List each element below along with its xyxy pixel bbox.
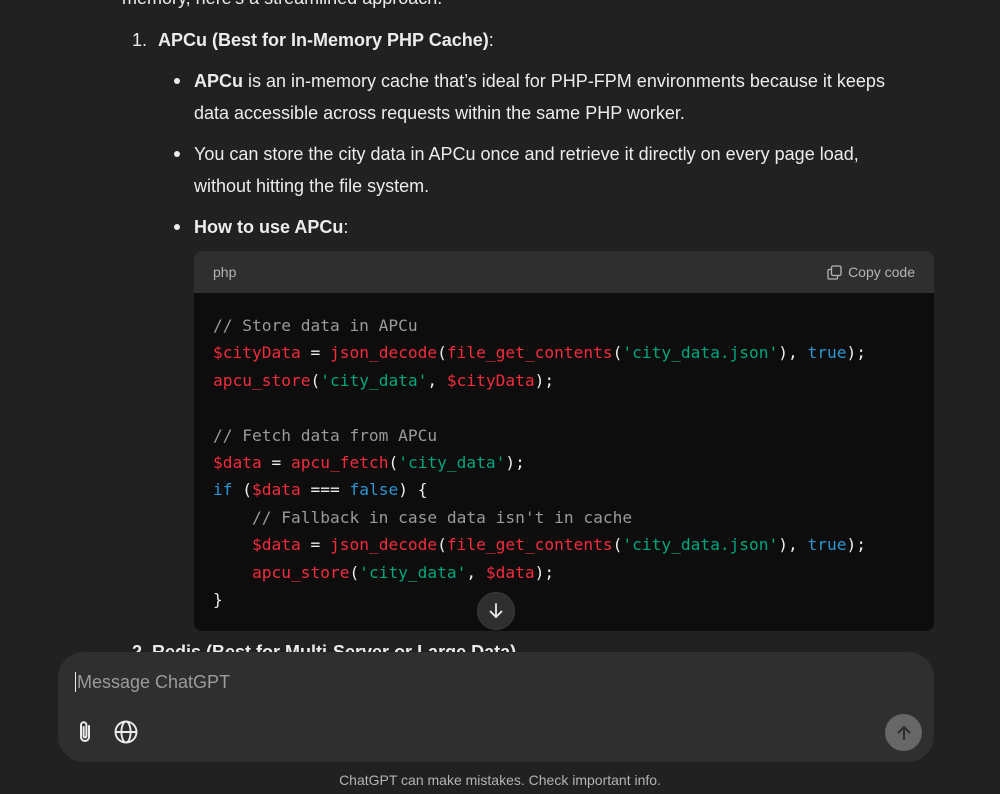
paperclip-icon xyxy=(80,721,90,742)
code-token: ( xyxy=(437,535,447,555)
code-token: if xyxy=(213,480,233,500)
code-token: } xyxy=(213,589,223,609)
code-token: // Fallback in case data isn't in cache xyxy=(251,507,633,527)
code-token: 'city_data.json' xyxy=(622,343,779,363)
globe-icon xyxy=(114,720,138,744)
bullet-bold: APCu xyxy=(194,71,243,91)
code-token: ( xyxy=(437,343,447,363)
list-item-suffix: : xyxy=(488,30,494,50)
code-token: $cityData xyxy=(213,343,301,363)
code-token: true xyxy=(807,343,847,363)
code-token: file_get_contents xyxy=(446,343,613,363)
disclaimer-text: ChatGPT can make mistakes. Check importa… xyxy=(339,772,661,788)
code-token: $data xyxy=(485,562,535,582)
code-line: $data = apcu_fetch('city_data'); xyxy=(213,449,915,476)
list-item-apcu-heading: 1. APCu (Best for In-Memory PHP Cache): xyxy=(132,28,494,52)
code-token: ( xyxy=(388,452,399,472)
code-token: false xyxy=(349,480,399,500)
code-block: php Copy code // Store data in APCu $city… xyxy=(194,251,934,631)
message-input[interactable]: Message ChatGPT xyxy=(75,672,230,692)
bullet-text: is an in-memory cache that’s ideal for P… xyxy=(194,71,885,123)
list-number: 1. xyxy=(132,30,148,50)
message-composer: Message ChatGPT xyxy=(58,652,934,762)
code-token: 'city_data' xyxy=(359,562,467,582)
code-token: ); xyxy=(846,343,867,363)
code-token: apcu_fetch xyxy=(290,452,389,472)
code-token: ( xyxy=(612,535,623,555)
code-token: ( xyxy=(232,480,252,500)
code-token: = xyxy=(261,452,291,472)
code-line: } xyxy=(213,586,915,613)
code-content: // Store data in APCu $cityData = json_de… xyxy=(194,293,934,631)
send-button[interactable] xyxy=(885,714,922,751)
code-block-header: php Copy code xyxy=(194,251,934,293)
code-token: ), xyxy=(778,343,808,363)
arrow-down-icon xyxy=(489,603,503,618)
code-token: apcu_store xyxy=(251,562,350,582)
code-line: // Fallback in case data isn't in cache xyxy=(213,504,915,531)
code-token: $data xyxy=(252,480,301,500)
bullet-apcu-description: APCu is an in-memory cache that’s ideal … xyxy=(174,65,914,129)
copy-code-button[interactable]: Copy code xyxy=(827,264,915,280)
code-token: ); xyxy=(505,452,525,472)
chat-page: memory, here's a streamlined approach: 1… xyxy=(0,0,1000,794)
code-token: $data xyxy=(251,535,301,555)
code-token: true xyxy=(807,535,847,555)
code-token: ( xyxy=(612,343,623,363)
code-line: $data = json_decode(file_get_contents('c… xyxy=(213,531,915,558)
copy-icon xyxy=(827,264,842,280)
code-token: ) { xyxy=(398,480,428,500)
code-token: ); xyxy=(846,535,867,555)
code-token: apcu_store xyxy=(213,370,311,390)
code-token: ( xyxy=(310,370,321,390)
code-token: ); xyxy=(534,370,555,390)
code-token: json_decode xyxy=(329,535,438,555)
code-line: // Fetch data from APCu xyxy=(213,422,915,449)
code-token: 'city_data' xyxy=(320,370,428,390)
code-token: $cityData xyxy=(446,370,535,390)
code-token: = xyxy=(300,535,330,555)
arrow-up-icon xyxy=(896,725,911,740)
code-line: $cityData = json_decode(file_get_content… xyxy=(213,339,915,366)
code-line: // Store data in APCu xyxy=(213,312,915,339)
code-token: 'city_data.json' xyxy=(622,535,779,555)
bullet-text: : xyxy=(343,217,349,237)
code-token: , xyxy=(427,370,447,390)
code-token: ), xyxy=(778,535,808,555)
code-token: ); xyxy=(534,562,555,582)
code-token: json_decode xyxy=(329,343,438,363)
bullet-store-city-data: You can store the city data in APCu once… xyxy=(174,138,914,202)
code-token: file_get_contents xyxy=(446,535,613,555)
attach-button[interactable] xyxy=(73,718,97,746)
code-token: = xyxy=(300,343,330,363)
code-token: === xyxy=(300,480,350,500)
list-item-title: APCu (Best for In-Memory PHP Cache) xyxy=(158,30,489,50)
code-token: // Fetch data from APCu xyxy=(213,425,438,445)
bullet-how-to-use: How to use APCu: xyxy=(174,211,914,243)
copy-code-label: Copy code xyxy=(848,264,915,280)
code-line: apcu_store('city_data', $cityData); xyxy=(213,367,915,394)
code-token: 'city_data' xyxy=(398,452,506,472)
code-token: // Store data in APCu xyxy=(213,316,418,335)
code-token: , xyxy=(466,562,486,582)
previous-text-cutoff: memory, here's a streamlined approach: xyxy=(122,0,442,9)
code-token: $data xyxy=(213,452,262,472)
bullet-text: You can store the city data in APCu once… xyxy=(194,144,859,196)
code-language-label: php xyxy=(213,264,237,280)
code-line: apcu_store('city_data', $data); xyxy=(213,559,915,586)
search-web-button[interactable] xyxy=(113,719,139,745)
code-token: ( xyxy=(349,562,360,582)
scroll-to-bottom-button[interactable] xyxy=(477,592,515,630)
code-line: if ($data === false) { xyxy=(213,476,915,503)
bullet-bold: How to use APCu xyxy=(194,217,344,237)
